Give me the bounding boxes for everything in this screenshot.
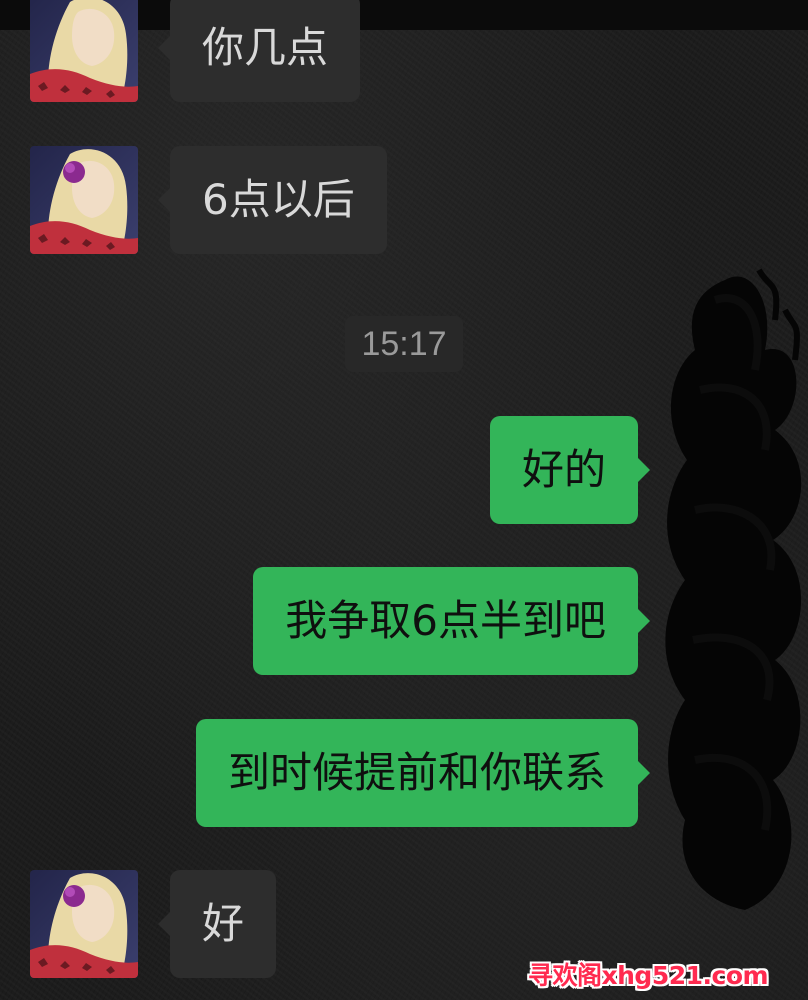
message-text: 6点以后 (202, 175, 355, 224)
message-text: 你几点 (202, 23, 329, 72)
message-bubble[interactable]: 好的 (489, 416, 651, 524)
avatar-photo-icon (30, 146, 138, 254)
message-text: 好 (202, 899, 245, 948)
message-text: 好的 (521, 445, 606, 494)
timestamp: 15:17 (345, 316, 463, 372)
message-bubble[interactable]: 你几点 (157, 0, 361, 102)
message-bubble[interactable]: 到时候提前和你联系 (195, 719, 651, 827)
avatar[interactable] (30, 870, 138, 978)
watermark: 寻欢阁xhg521.com (528, 961, 769, 990)
avatar[interactable] (30, 0, 138, 102)
message-bubble[interactable]: 6点以后 (158, 146, 387, 254)
avatar-photo-icon (30, 870, 138, 978)
message-text: 到时候提前和你联系 (227, 748, 606, 797)
message-bubble[interactable]: 好 (157, 870, 277, 978)
avatar[interactable] (30, 146, 138, 254)
message-text: 我争取6点半到吧 (285, 596, 606, 645)
redaction-scribble-icon (665, 268, 802, 910)
avatar-photo-icon (30, 0, 138, 102)
message-bubble[interactable]: 我争取6点半到吧 (253, 567, 650, 675)
